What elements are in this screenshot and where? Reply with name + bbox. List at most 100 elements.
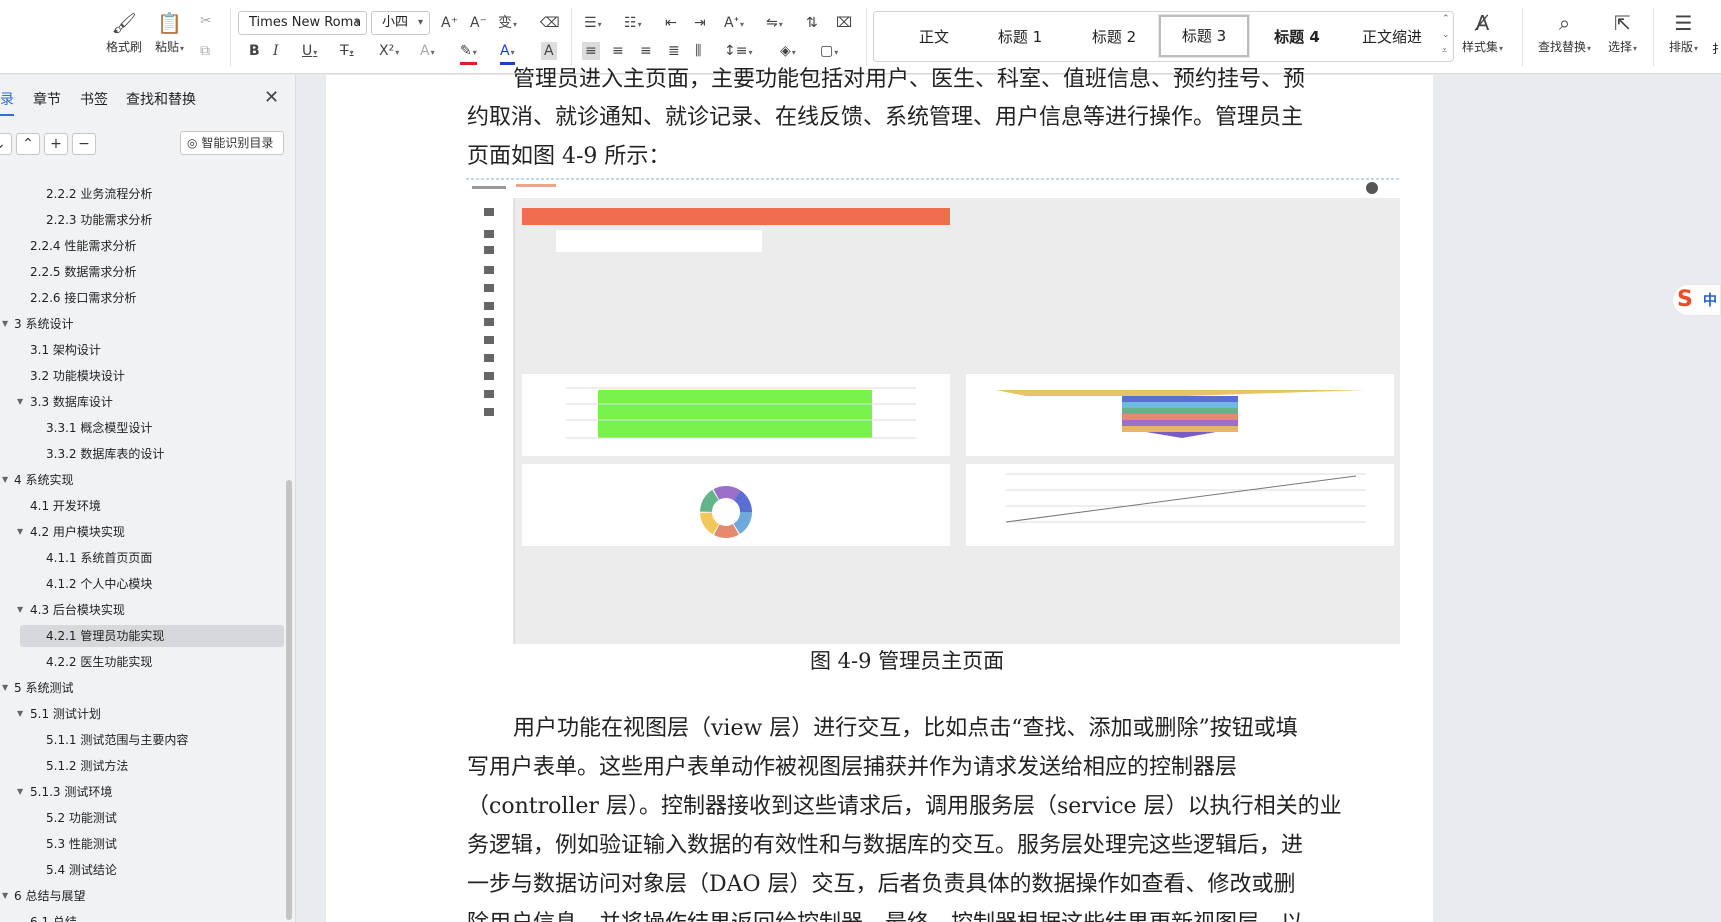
paragraph-line[interactable]: 用户功能在视图层（view 层）进行交互，比如点击“查找、添加或删除”按钮或填 [513,715,1298,743]
expand-toggle-icon[interactable]: ▼ [2,885,14,907]
toc-item[interactable]: 5.1.1 测试范围与主要内容 [0,729,284,751]
overflow-more[interactable]: 扌 [1712,40,1721,57]
line-break-icon[interactable]: ⇋▾ [766,14,783,34]
toc-item[interactable]: 2.2.5 数据需求分析 [0,261,284,283]
numbered-list-icon[interactable]: ☷▾ [624,14,642,34]
toc-item[interactable]: ▼ 3 系统设计 [0,313,284,335]
expand-toggle-icon[interactable]: ▼ [17,599,29,621]
tab-toc[interactable]: 录 [0,89,14,109]
toc-item[interactable]: ▼ 6 总结与展望 [0,885,284,907]
close-icon[interactable]: ✕ [264,87,279,108]
toc-item[interactable]: 4.1 开发环境 [0,495,284,517]
paragraph-line[interactable]: 一步与数据访问对象层（DAO 层）交互，后者负责具体的数据操作如查看、修改或删 [467,871,1296,899]
collapse-button[interactable]: ⌄ [0,133,12,155]
align-center-icon[interactable]: ≡ [612,42,624,60]
toc-item[interactable]: ▼ 5.1 测试计划 [0,703,284,725]
paragraph-line[interactable]: 务逻辑，例如验证输入数据的有效性和与数据库的交互。服务层处理完这些逻辑后，进 [467,832,1303,860]
toc-item[interactable]: 2.2.4 性能需求分析 [0,235,284,257]
style-body-indent[interactable]: 正文缩进 [1352,26,1432,47]
align-right-icon[interactable]: ≡ [640,42,652,60]
toc-item[interactable]: 2.2.6 接口需求分析 [0,287,284,309]
layout-button[interactable]: ☰ 排版▾ [1669,10,1698,55]
smart-toc-button[interactable]: ◎ 智能识别目录 [180,131,284,155]
paragraph-line[interactable]: 管理员进入主页面，主要功能包括对用户、医生、科室、值班信息、预约挂号、预 [513,66,1305,94]
add-heading-button[interactable]: + [44,133,68,155]
justify-icon[interactable]: ≣ [668,42,680,60]
format-painter-button[interactable]: 🖌 格式刷 [106,10,142,55]
underline-icon[interactable]: U▾ [302,42,317,62]
text-direction-icon[interactable]: Aᐩ▾ [724,14,744,34]
expand-gallery-icon[interactable]: ⩡ [1442,46,1447,56]
bold-icon[interactable]: B [249,42,260,60]
font-size-select[interactable]: 小四 ▾ [371,11,430,35]
tab-sections[interactable]: 章节 [33,89,61,109]
show-marks-icon[interactable]: ⌧ [836,14,852,32]
toc-item[interactable]: 5.2 功能测试 [0,807,284,829]
italic-icon[interactable]: I [273,42,279,60]
toc-item[interactable]: 5.3 性能测试 [0,833,284,855]
tab-find-replace[interactable]: 查找和替换 [126,89,196,109]
expand-toggle-icon[interactable]: ▼ [17,391,29,413]
phonetic-guide-icon[interactable]: 变▾ [498,14,517,34]
toc-item[interactable]: 4.2.1 管理员功能实现 [20,625,284,647]
scroll-up-icon[interactable]: ⌃ [1442,14,1450,24]
style-normal[interactable]: 正文 [904,26,964,47]
expand-toggle-icon[interactable]: ▼ [17,521,29,543]
bullet-list-icon[interactable]: ☰▾ [584,14,602,34]
paragraph-line[interactable]: 写用户表单。这些用户表单动作被视图层捕获并作为请求发送给相应的控制器层 [467,754,1237,782]
toc-item[interactable]: 5.4 测试结论 [0,859,284,881]
shrink-font-icon[interactable]: A⁻ [470,14,487,32]
border-icon[interactable]: ▢▾ [820,42,838,62]
toc-item[interactable]: ▼ 5.1.3 测试环境 [0,781,284,803]
remove-heading-button[interactable]: − [72,133,96,155]
text-effect-icon[interactable]: A▾ [420,42,435,62]
toc-item[interactable]: 3.2 功能模块设计 [0,365,284,387]
grow-font-icon[interactable]: A⁺ [441,14,458,32]
toc-item[interactable]: 4.1.2 个人中心模块 [0,573,284,595]
ime-status-widget[interactable]: S 中 [1672,284,1721,316]
shading-icon[interactable]: ◈▾ [780,42,796,62]
toc-item[interactable]: 2.2.2 业务流程分析 [0,183,284,205]
align-left-icon[interactable]: ≡ [582,42,600,60]
toc-item[interactable]: 3.3.2 数据库表的设计 [0,443,284,465]
paragraph-line[interactable]: 约取消、就诊通知、就诊记录、在线反馈、系统管理、用户信息等进行操作。管理员主 [467,104,1303,132]
move-up-button[interactable]: ⌃ [16,133,40,155]
paste-button[interactable]: 📋 粘贴▾ [155,10,184,55]
clear-format-icon[interactable]: ⌫ [540,14,560,32]
style-heading-2[interactable]: 标题 2 [1080,26,1148,47]
style-set-button[interactable]: A̸ 样式集▾ [1462,10,1503,55]
distributed-icon[interactable]: ⫼ [695,42,701,60]
toc-item[interactable]: ▼ 4 系统实现 [0,469,284,491]
paragraph-line[interactable]: 除用户信息，并将操作结果返回给控制器。最终，控制器根据这些结果更新视图层，以 [467,910,1303,922]
toc-item[interactable]: 3.3.1 概念模型设计 [0,417,284,439]
expand-toggle-icon[interactable]: ▼ [17,781,29,803]
expand-toggle-icon[interactable]: ▼ [2,677,14,699]
expand-toggle-icon[interactable]: ▼ [2,469,14,491]
toc-item[interactable]: 4.1.1 系统首页页面 [0,547,284,569]
increase-indent-icon[interactable]: ⇥ [694,14,706,32]
toc-item[interactable]: 4.2.2 医生功能实现 [0,651,284,673]
sidebar-scrollbar[interactable] [286,480,292,920]
expand-toggle-icon[interactable]: ▼ [2,313,14,335]
line-spacing-icon[interactable]: ↕≡▾ [724,42,752,62]
toc-item[interactable]: 2.2.3 功能需求分析 [0,209,284,231]
sort-icon[interactable]: ⇅ [806,14,818,32]
expand-toggle-icon[interactable]: ▼ [17,703,29,725]
superscript-icon[interactable]: X²▾ [379,42,399,62]
toc-item[interactable]: 3.1 架构设计 [0,339,284,361]
toc-item[interactable]: 5.1.2 测试方法 [0,755,284,777]
paragraph-line[interactable]: （controller 层）。控制器接收到这些请求后，调用服务层（service… [467,793,1342,821]
select-button[interactable]: ⇱ 选择▾ [1608,10,1637,55]
scroll-down-icon[interactable]: ⌄ [1442,30,1450,40]
toc-item[interactable]: 6.1 总结 [0,911,284,922]
highlight-icon[interactable]: ✎▾ [460,42,477,65]
cut-icon[interactable]: ✂ [200,12,212,30]
paragraph-line[interactable]: 页面如图 4-9 所示： [467,143,670,171]
toc-item[interactable]: ▼ 5 系统测试 [0,677,284,699]
find-replace-button[interactable]: ⌕ 查找替换▾ [1538,10,1591,55]
style-heading-1[interactable]: 标题 1 [986,26,1054,47]
style-heading-3[interactable]: 标题 3 [1158,14,1250,58]
font-color-icon[interactable]: A▾ [500,42,515,65]
char-shading-icon[interactable]: A [541,42,557,60]
tab-bookmarks[interactable]: 书签 [80,89,108,109]
